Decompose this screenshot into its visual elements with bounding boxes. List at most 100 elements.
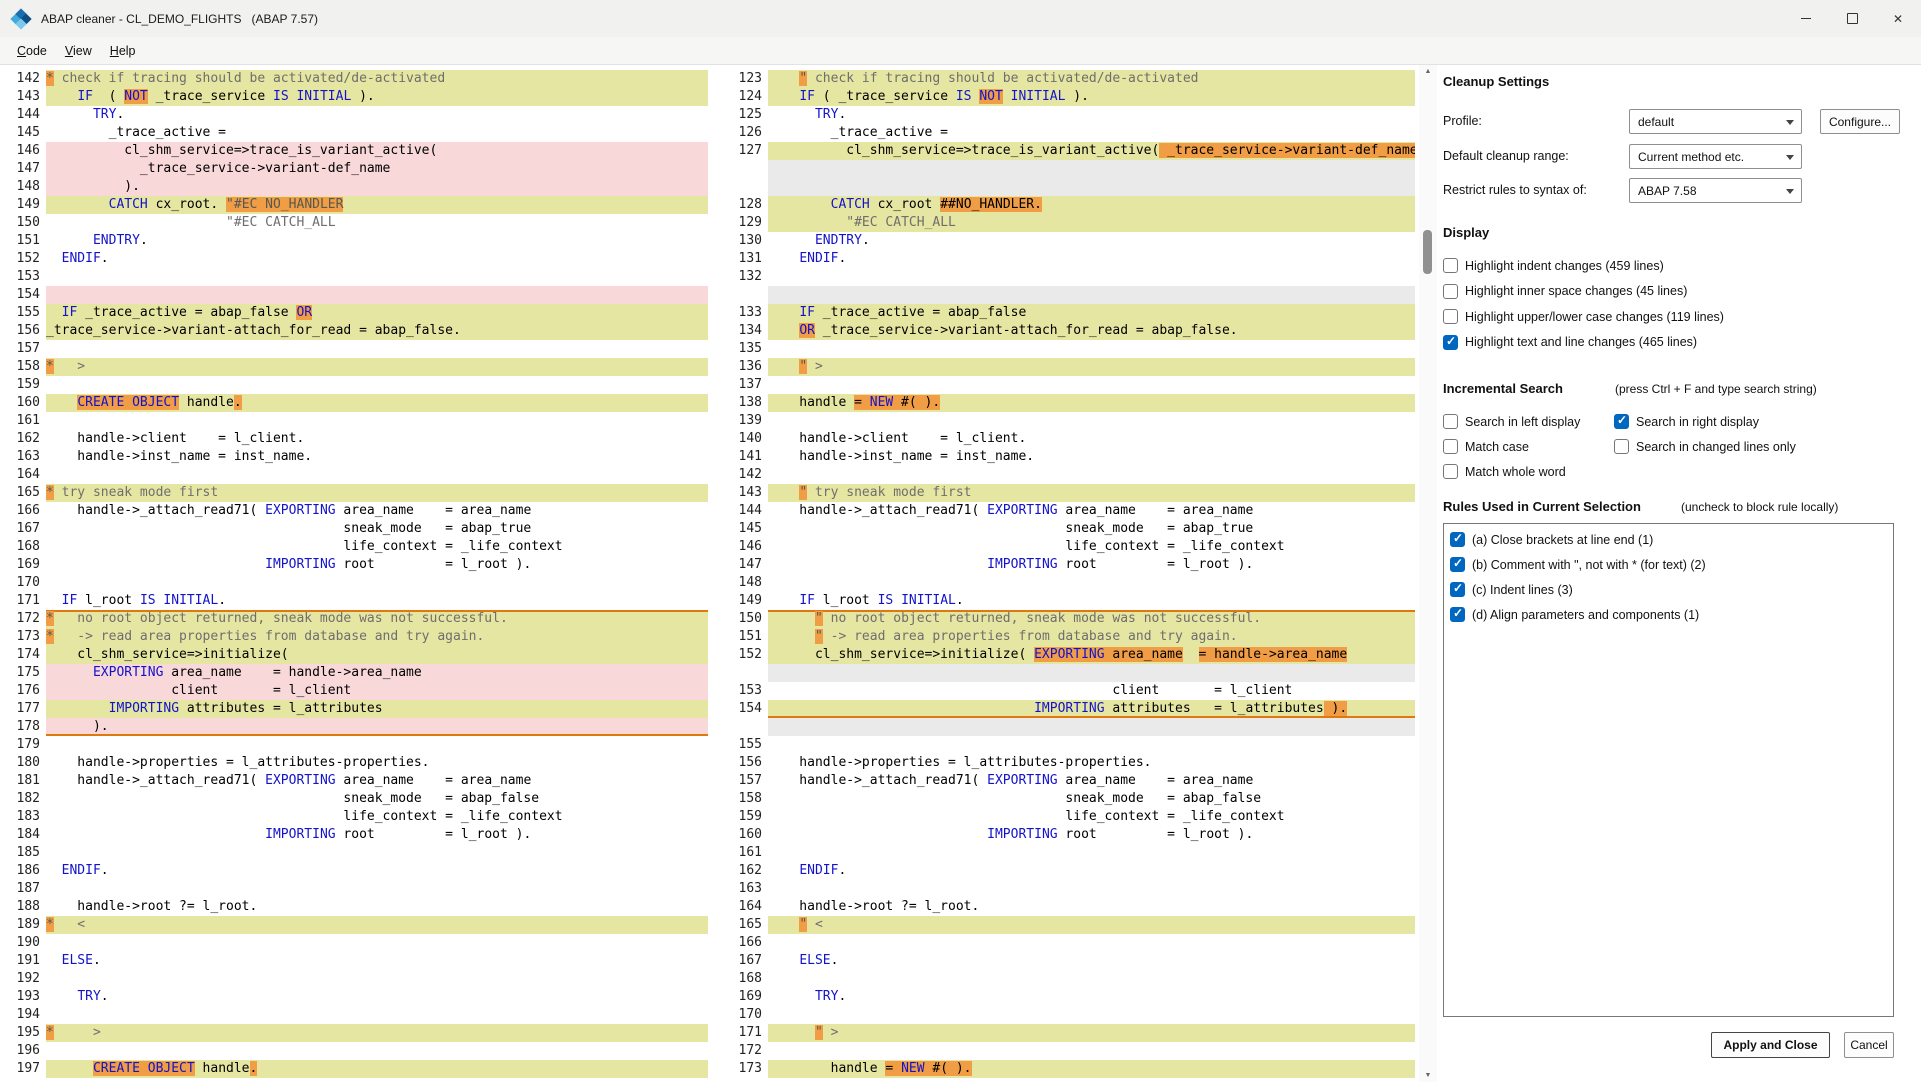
checkbox[interactable] (1443, 258, 1458, 273)
code-line[interactable]: 150 "#EC CATCH_ALL (0, 214, 708, 232)
checkbox[interactable] (1450, 557, 1465, 572)
code-line[interactable]: 143 " try sneak mode first (722, 484, 1415, 502)
code-line[interactable]: 142* check if tracing should be activate… (0, 70, 708, 88)
code-line[interactable]: 139 (722, 412, 1415, 430)
code-line[interactable]: 168 (722, 970, 1415, 988)
code-line[interactable]: 144 TRY. (0, 106, 708, 124)
code-line[interactable]: 147 _trace_service->variant-def_name (0, 160, 708, 178)
rules-list[interactable]: (a) Close brackets at line end (1) (b) C… (1443, 523, 1894, 1017)
code-line[interactable]: 191 ELSE. (0, 952, 708, 970)
code-line[interactable]: 166 handle->_attach_read71( EXPORTING ar… (0, 502, 708, 520)
checkbox[interactable] (1443, 309, 1458, 324)
code-line[interactable]: 137 (722, 376, 1415, 394)
code-line[interactable]: 152 cl_shm_service=>initialize( EXPORTIN… (722, 646, 1415, 664)
code-line[interactable]: 159 (0, 376, 708, 394)
code-line[interactable]: 170 (0, 574, 708, 592)
minimize-button[interactable] (1783, 0, 1829, 37)
code-line[interactable]: 150 " no root object returned, sneak mod… (722, 610, 1415, 628)
code-line[interactable]: 179 (0, 736, 708, 754)
code-line[interactable]: 172* no root object returned, sneak mode… (0, 610, 708, 628)
code-line[interactable]: 145 sneak_mode = abap_true (722, 520, 1415, 538)
checkbox[interactable] (1443, 439, 1458, 454)
rule-item-comment-style[interactable]: (b) Comment with ", not with * (for text… (1444, 552, 1893, 577)
code-line[interactable]: 127 cl_shm_service=>trace_is_variant_act… (722, 142, 1415, 160)
checkbox[interactable] (1443, 414, 1458, 429)
code-line[interactable]: 176 client = l_client (0, 682, 708, 700)
code-line[interactable]: 143 IF ( NOT _trace_service IS INITIAL )… (0, 88, 708, 106)
code-line[interactable] (722, 286, 1415, 304)
close-button[interactable]: ✕ (1875, 0, 1921, 37)
code-line[interactable]: 128 CATCH cx_root ##NO_HANDLER. (722, 196, 1415, 214)
code-line[interactable]: 164 handle->root ?= l_root. (722, 898, 1415, 916)
code-line[interactable]: 157 (0, 340, 708, 358)
scrollbar-thumb[interactable] (1423, 230, 1432, 274)
code-line[interactable]: 169 IMPORTING root = l_root ). (0, 556, 708, 574)
rule-item-align-parameters[interactable]: (d) Align parameters and components (1) (1444, 602, 1893, 627)
scroll-up-button[interactable]: ▲ (1419, 68, 1437, 75)
code-line[interactable]: 155 IF _trace_active = abap_false OR (0, 304, 708, 322)
code-line[interactable]: 131 ENDIF. (722, 250, 1415, 268)
code-line[interactable]: 144 handle->_attach_read71( EXPORTING ar… (722, 502, 1415, 520)
code-line[interactable]: 174 cl_shm_service=>initialize( (0, 646, 708, 664)
configure-button[interactable]: Configure... (1820, 109, 1900, 134)
code-line[interactable]: 140 handle->client = l_client. (722, 430, 1415, 448)
code-line[interactable]: 147 IMPORTING root = l_root ). (722, 556, 1415, 574)
code-line[interactable]: 160 IMPORTING root = l_root ). (722, 826, 1415, 844)
code-line[interactable]: 125 TRY. (722, 106, 1415, 124)
syntax-restrict-dropdown[interactable]: ABAP 7.58 (1629, 178, 1802, 203)
code-line[interactable]: 155 (722, 736, 1415, 754)
code-line[interactable]: 193 TRY. (0, 988, 708, 1006)
code-line[interactable]: 175 EXPORTING area_name = handle->area_n… (0, 664, 708, 682)
code-line[interactable]: 154 IMPORTING attributes = l_attributes … (722, 700, 1415, 718)
code-line[interactable]: 180 handle->properties = l_attributes-pr… (0, 754, 708, 772)
code-line[interactable]: 171 IF l_root IS INITIAL. (0, 592, 708, 610)
code-line[interactable] (722, 718, 1415, 736)
code-line[interactable]: 136 " > (722, 358, 1415, 376)
code-line[interactable] (722, 160, 1415, 178)
code-line[interactable]: 158* > (0, 358, 708, 376)
code-line[interactable]: 145 _trace_active = (0, 124, 708, 142)
code-line[interactable]: 185 (0, 844, 708, 862)
code-line[interactable]: 162 handle->client = l_client. (0, 430, 708, 448)
code-line[interactable]: 184 IMPORTING root = l_root ). (0, 826, 708, 844)
vertical-scrollbar[interactable]: ▲ ▼ (1419, 65, 1437, 1082)
code-line[interactable]: 135 (722, 340, 1415, 358)
code-line[interactable]: 124 IF ( _trace_service IS NOT INITIAL )… (722, 88, 1415, 106)
code-line[interactable] (722, 178, 1415, 196)
maximize-button[interactable] (1829, 0, 1875, 37)
code-line[interactable]: 133 IF _trace_active = abap_false (722, 304, 1415, 322)
scroll-down-button[interactable]: ▼ (1419, 1072, 1437, 1079)
code-line[interactable]: 148 ). (0, 178, 708, 196)
code-line[interactable]: 189* < (0, 916, 708, 934)
code-line[interactable]: 129 "#EC CATCH_ALL (722, 214, 1415, 232)
code-line[interactable]: 196 (0, 1042, 708, 1060)
code-line[interactable]: 164 (0, 466, 708, 484)
code-line[interactable]: 163 handle->inst_name = inst_name. (0, 448, 708, 466)
cleanup-range-dropdown[interactable]: Current method etc. (1629, 144, 1802, 169)
code-line[interactable]: 165 " < (722, 916, 1415, 934)
code-line[interactable]: 167 ELSE. (722, 952, 1415, 970)
checkbox[interactable] (1450, 532, 1465, 547)
code-line[interactable]: 142 (722, 466, 1415, 484)
menu-view[interactable]: View (56, 40, 101, 62)
checkbox[interactable] (1450, 582, 1465, 597)
code-line[interactable] (722, 664, 1415, 682)
code-line[interactable]: 194 (0, 1006, 708, 1024)
code-line[interactable]: 188 handle->root ?= l_root. (0, 898, 708, 916)
left-code-panel[interactable]: 142* check if tracing should be activate… (0, 65, 708, 1082)
code-line[interactable]: 158 sneak_mode = abap_false (722, 790, 1415, 808)
code-line[interactable]: 173* -> read area properties from databa… (0, 628, 708, 646)
code-line[interactable]: 149 IF l_root IS INITIAL. (722, 592, 1415, 610)
apply-and-close-button[interactable]: Apply and Close (1711, 1032, 1830, 1058)
code-line[interactable]: 171 " > (722, 1024, 1415, 1042)
code-line[interactable]: 134 OR _trace_service->variant-attach_fo… (722, 322, 1415, 340)
code-line[interactable]: 177 IMPORTING attributes = l_attributes (0, 700, 708, 718)
code-line[interactable]: 151 " -> read area properties from datab… (722, 628, 1415, 646)
code-line[interactable]: 165* try sneak mode first (0, 484, 708, 502)
code-line[interactable]: 186 ENDIF. (0, 862, 708, 880)
code-line[interactable]: 132 (722, 268, 1415, 286)
code-line[interactable]: 157 handle->_attach_read71( EXPORTING ar… (722, 772, 1415, 790)
checkbox[interactable] (1443, 284, 1458, 299)
code-line[interactable]: 170 (722, 1006, 1415, 1024)
code-line[interactable]: 123 " check if tracing should be activat… (722, 70, 1415, 88)
